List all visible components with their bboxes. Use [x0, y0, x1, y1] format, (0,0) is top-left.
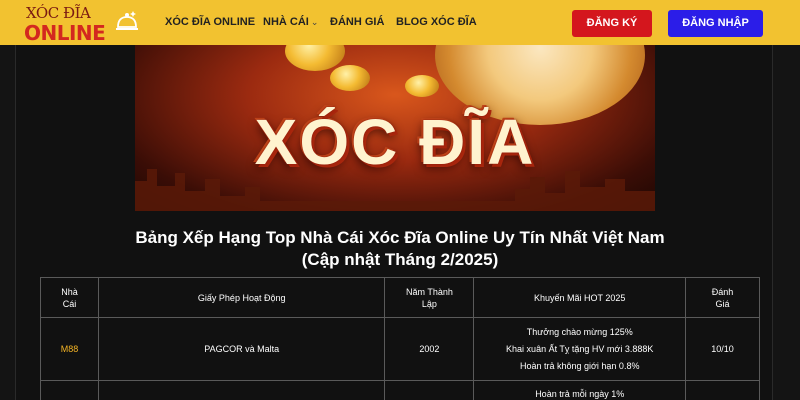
- column-header-brand-line1: Nhà: [61, 286, 78, 297]
- column-header-brand-line2: Cái: [62, 298, 77, 309]
- brand-cell[interactable]: M88: [40, 317, 99, 381]
- ranking-subheading: (Cập nhật Tháng 2/2025): [301, 250, 499, 269]
- rating-cell: [685, 380, 760, 400]
- column-header-promo: Khuyến Mãi HOT 2025: [473, 277, 687, 318]
- year-cell: [384, 380, 475, 400]
- nav-item-nha-cai-label: NHÀ CÁI: [263, 16, 309, 28]
- site-logo[interactable]: XÓC ĐĨA ONLINE: [20, 3, 138, 45]
- promo-line: Hoàn trả không giới hạn 0.8%: [519, 360, 640, 371]
- table-header-row: Nhà Cái Giấy Phép Hoạt Động Năm Thành Lập …: [40, 277, 760, 318]
- table-row: Hoàn trả mỗi ngày 1%: [40, 380, 760, 400]
- promo-line: Hoàn trả mỗi ngày 1%: [535, 389, 625, 399]
- nav-item-blog-xoc-dia[interactable]: BLOG XÓC ĐĨA: [396, 16, 477, 28]
- column-header-year-line1: Năm Thành: [406, 286, 453, 297]
- promo-line: Thưởng chào mừng 125%: [526, 326, 633, 337]
- column-header-license: Giấy Phép Hoạt Động: [97, 277, 386, 318]
- site-header: XÓC ĐĨA ONLINE XÓC ĐĨA ONLINE NHÀ CÁI ⌄ Đ…: [0, 0, 800, 45]
- hero-banner: XÓC ĐĨA: [135, 45, 655, 211]
- login-button[interactable]: ĐĂNG NHẬP: [668, 10, 763, 37]
- chevron-down-icon: ⌄: [310, 17, 319, 27]
- nav-item-danh-gia[interactable]: ĐÁNH GIÁ: [330, 16, 384, 28]
- column-header-rating-line2: Giá: [715, 298, 730, 309]
- coin-decoration: [405, 75, 439, 97]
- register-button[interactable]: ĐĂNG KÝ: [572, 10, 652, 37]
- column-header-year-line2: Lập: [421, 298, 437, 309]
- license-cell: [97, 380, 386, 400]
- ranking-table: Nhà Cái Giấy Phép Hoạt Động Năm Thành Lập …: [40, 277, 760, 400]
- logo-text-bottom: ONLINE: [24, 21, 106, 45]
- table-row: M88 PAGCOR và Malta 2002 Thưởng chào mừn…: [40, 317, 760, 381]
- license-cell: PAGCOR và Malta: [97, 317, 386, 381]
- coin-decoration: [330, 65, 370, 91]
- year-cell: 2002: [384, 317, 475, 381]
- rating-cell: 10/10: [685, 317, 760, 381]
- logo-text-top: XÓC ĐĨA: [26, 4, 91, 22]
- nav-item-nha-cai[interactable]: NHÀ CÁI ⌄: [263, 16, 318, 28]
- ranking-heading: Bảng Xếp Hạng Top Nhà Cái Xóc Đĩa Online…: [135, 228, 665, 247]
- column-header-year: Năm Thành Lập: [384, 277, 475, 318]
- promo-cell: Thưởng chào mừng 125% Khai xuân Ất Tỵ tặ…: [473, 317, 687, 381]
- cloche-icon: [116, 11, 138, 30]
- nav-item-xoc-dia-online[interactable]: XÓC ĐĨA ONLINE: [165, 16, 255, 28]
- coin-decoration: [285, 45, 345, 71]
- column-header-rating-line1: Đánh: [711, 286, 734, 297]
- promo-cell: Hoàn trả mỗi ngày 1%: [473, 380, 687, 400]
- banner-title: XÓC ĐĨA: [254, 106, 536, 178]
- promo-line: Khai xuân Ất Tỵ tặng HV mới 3.888K: [506, 343, 654, 354]
- brand-cell: [40, 380, 99, 400]
- column-header-rating: Đánh Giá: [685, 277, 760, 318]
- column-header-brand: Nhà Cái: [40, 277, 99, 318]
